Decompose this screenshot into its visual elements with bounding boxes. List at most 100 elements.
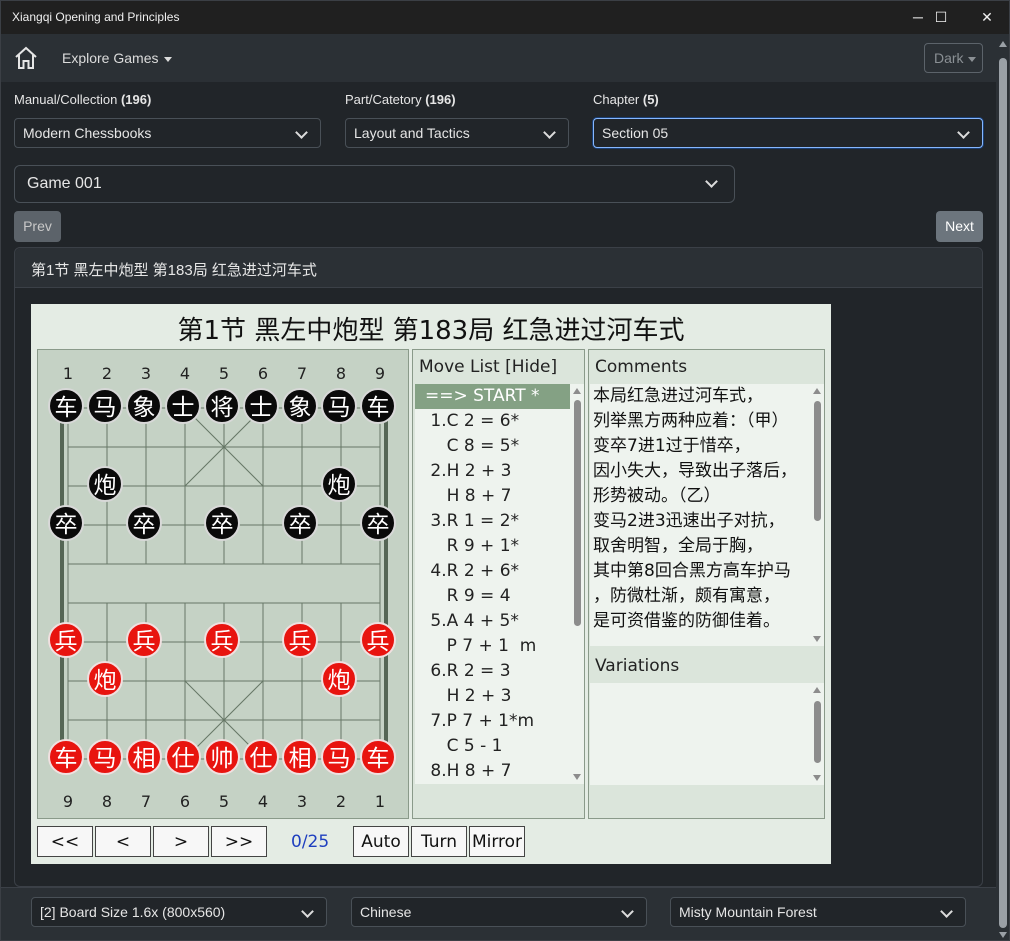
card-header: 第1节 黑左中炮型 第183局 红急进过河车式: [15, 248, 982, 288]
red-piece[interactable]: 兵: [126, 622, 162, 658]
scroll-up-icon[interactable]: [573, 388, 581, 394]
part-select[interactable]: Layout and Tactics: [345, 118, 569, 148]
page-scrollbar[interactable]: [996, 34, 1009, 940]
turn-board-button[interactable]: Turn: [411, 826, 467, 857]
red-piece[interactable]: 车: [360, 739, 396, 775]
red-piece[interactable]: 相: [282, 739, 318, 775]
move-item[interactable]: 3.R 1 = 2*: [415, 509, 571, 534]
move-item[interactable]: 1.C 2 = 6*: [415, 409, 571, 434]
red-piece[interactable]: 马: [87, 739, 123, 775]
game-select[interactable]: Game 001: [14, 165, 735, 203]
black-piece[interactable]: 卒: [282, 505, 318, 541]
black-piece[interactable]: 车: [48, 388, 84, 424]
move-item[interactable]: 6.R 2 = 3: [415, 659, 571, 684]
next-move-button[interactable]: >: [153, 826, 209, 857]
auto-play-button[interactable]: Auto: [353, 826, 409, 857]
black-piece[interactable]: 马: [321, 388, 357, 424]
next-game-button[interactable]: Next: [936, 211, 983, 242]
mirror-board-button[interactable]: Mirror: [469, 826, 525, 857]
red-piece[interactable]: 相: [126, 739, 162, 775]
scroll-up-icon[interactable]: [813, 388, 821, 394]
red-piece[interactable]: 仕: [165, 739, 201, 775]
move-item[interactable]: C 5 - 1: [415, 734, 571, 759]
file-label-bottom: 6: [180, 792, 190, 811]
red-piece[interactable]: 兵: [360, 622, 396, 658]
black-piece[interactable]: 象: [282, 388, 318, 424]
move-item[interactable]: 7.P 7 + 1*m: [415, 709, 571, 734]
move-list-header[interactable]: Move List [Hide]: [419, 357, 557, 377]
black-piece[interactable]: 卒: [48, 505, 84, 541]
first-move-button[interactable]: <<: [37, 826, 93, 857]
red-piece[interactable]: 兵: [48, 622, 84, 658]
black-piece[interactable]: 卒: [360, 505, 396, 541]
red-piece[interactable]: 车: [48, 739, 84, 775]
black-piece[interactable]: 士: [165, 388, 201, 424]
theme-toggle-button[interactable]: Dark: [924, 43, 983, 73]
black-piece[interactable]: 象: [126, 388, 162, 424]
red-piece[interactable]: 帅: [204, 739, 240, 775]
variations-list[interactable]: [590, 683, 810, 785]
move-list-scrollbar[interactable]: [570, 384, 584, 784]
board-size-select[interactable]: [2] Board Size 1.6x (800x560): [31, 897, 327, 927]
move-item[interactable]: H 2 + 3: [415, 684, 571, 709]
scroll-down-icon[interactable]: [999, 932, 1007, 938]
black-piece[interactable]: 马: [87, 388, 123, 424]
language-select[interactable]: Chinese: [351, 897, 647, 927]
move-item[interactable]: 5.A 4 + 5*: [415, 609, 571, 634]
red-piece[interactable]: 兵: [204, 622, 240, 658]
move-item[interactable]: R 9 = 4: [415, 584, 571, 609]
scroll-down-icon[interactable]: [813, 775, 821, 781]
game-select-value: Game 001: [27, 175, 102, 192]
last-move-button[interactable]: >>: [211, 826, 267, 857]
scroll-up-icon[interactable]: [813, 687, 821, 693]
move-item[interactable]: C 8 = 5*: [415, 434, 571, 459]
scroll-thumb[interactable]: [814, 701, 821, 763]
manual-label-text: Manual/Collection: [14, 92, 118, 107]
variations-scrollbar[interactable]: [810, 683, 824, 785]
file-label-bottom: 9: [63, 792, 73, 811]
language-value: Chinese: [360, 904, 412, 920]
move-item[interactable]: P 7 + 1 m: [415, 634, 571, 659]
move-item[interactable]: 8.H 8 + 7: [415, 759, 571, 784]
scroll-down-icon[interactable]: [573, 774, 581, 780]
black-piece[interactable]: 炮: [87, 466, 123, 502]
black-piece[interactable]: 卒: [204, 505, 240, 541]
move-item[interactable]: H 8 + 7: [415, 484, 571, 509]
red-piece[interactable]: 炮: [321, 661, 357, 697]
home-icon[interactable]: [13, 45, 39, 71]
chapter-label-text: Chapter: [593, 92, 640, 107]
move-item[interactable]: 4.R 2 + 6*: [415, 559, 571, 584]
maximize-button[interactable]: ☐: [918, 1, 964, 33]
move-item[interactable]: 2.H 2 + 3: [415, 459, 571, 484]
red-piece[interactable]: 炮: [87, 661, 123, 697]
board-theme-select[interactable]: Misty Mountain Forest: [670, 897, 966, 927]
move-item[interactable]: R 9 + 1*: [415, 534, 571, 559]
scroll-down-icon[interactable]: [813, 636, 821, 642]
black-piece[interactable]: 卒: [126, 505, 162, 541]
close-button[interactable]: ✕: [964, 1, 1009, 33]
chevron-down-icon: [621, 905, 634, 918]
prev-game-button[interactable]: Prev: [14, 211, 61, 242]
scroll-thumb[interactable]: [814, 401, 821, 521]
black-piece[interactable]: 车: [360, 388, 396, 424]
xiangqi-board[interactable]: 123456789987654321 车马象士将士象马车炮炮卒卒卒卒卒兵兵兵兵兵…: [37, 349, 409, 819]
file-label-top: 5: [219, 364, 229, 383]
move-list[interactable]: ==> START * 1.C 2 = 6* C 8 = 5* 2.H 2 + …: [415, 384, 571, 784]
scroll-thumb[interactable]: [999, 58, 1007, 928]
manual-select-value: Modern Chessbooks: [23, 125, 152, 141]
scroll-thumb[interactable]: [574, 400, 581, 626]
red-piece[interactable]: 马: [321, 739, 357, 775]
red-piece[interactable]: 仕: [243, 739, 279, 775]
move-item[interactable]: ==> START *: [415, 384, 571, 409]
chapter-select[interactable]: Section 05: [593, 118, 983, 148]
scroll-up-icon[interactable]: [999, 41, 1007, 47]
prev-move-button[interactable]: <: [95, 826, 151, 857]
explore-games-menu[interactable]: Explore Games: [62, 50, 173, 66]
black-piece[interactable]: 炮: [321, 466, 357, 502]
black-piece[interactable]: 士: [243, 388, 279, 424]
comments-scrollbar[interactable]: [810, 384, 824, 646]
manual-select[interactable]: Modern Chessbooks: [14, 118, 321, 148]
black-piece[interactable]: 将: [204, 388, 240, 424]
file-label-top: 6: [258, 364, 268, 383]
red-piece[interactable]: 兵: [282, 622, 318, 658]
